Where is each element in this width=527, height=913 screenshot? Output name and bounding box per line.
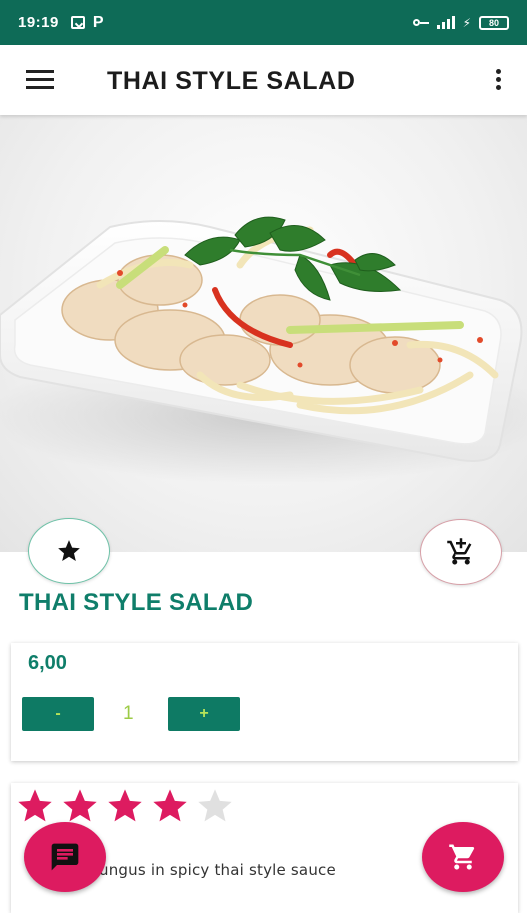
more-vert-icon[interactable] [493, 69, 503, 93]
price-card: 6,00 - 1 + [11, 643, 518, 761]
page-title: THAI STYLE SALAD [107, 67, 356, 95]
key-icon [412, 18, 429, 28]
status-time: 19:19 [18, 14, 59, 31]
add-to-cart-button[interactable] [420, 519, 502, 585]
quantity-increase-button[interactable]: + [168, 697, 240, 731]
shopping-cart-icon [449, 844, 475, 870]
star-icon [58, 540, 80, 561]
app-bar: THAI STYLE SALAD [0, 45, 527, 115]
star-rating [14, 786, 236, 826]
cart-button[interactable] [422, 822, 504, 892]
star-filled-icon [18, 789, 52, 822]
product-title: THAI STYLE SALAD [19, 589, 254, 616]
menu-icon[interactable] [26, 70, 56, 90]
star-empty-icon [198, 789, 232, 822]
star-filled-icon [108, 789, 142, 822]
charging-icon: ⚡ [462, 15, 471, 30]
status-icons-right: ⚡ 80 [412, 15, 509, 30]
p-notification-icon: P [92, 13, 104, 31]
status-bar: 19:19 P ⚡ 80 [0, 0, 527, 45]
star-filled-icon [63, 789, 97, 822]
signal-icon [436, 16, 455, 29]
product-price: 6,00 [28, 652, 67, 674]
chat-icon [51, 843, 79, 871]
product-description: ungus in spicy thai style sauce [99, 861, 336, 879]
quantity-value: 1 [123, 703, 134, 724]
quantity-decrease-button[interactable]: - [22, 697, 94, 731]
download-icon [70, 16, 85, 29]
chat-button[interactable] [24, 822, 106, 892]
add-shopping-cart-icon [447, 538, 472, 565]
status-icons-left: P [70, 13, 104, 32]
battery-icon: 80 [479, 15, 509, 30]
product-image [0, 115, 527, 552]
star-filled-icon [153, 789, 187, 822]
favorite-button[interactable] [28, 518, 110, 584]
